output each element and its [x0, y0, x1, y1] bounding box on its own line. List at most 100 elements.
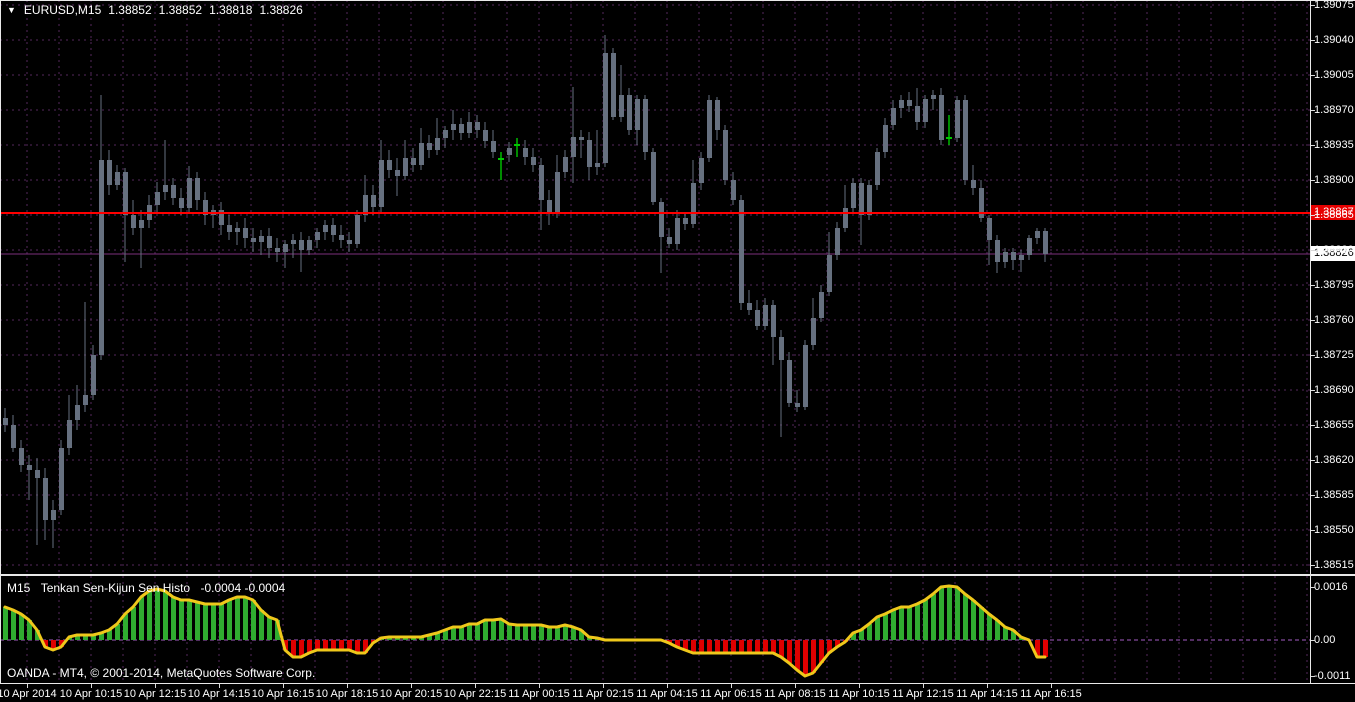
indicator-window-separator[interactable]	[0, 574, 1355, 576]
time-axis-label: 10 Apr 12:15	[123, 688, 187, 700]
candle-body	[187, 178, 192, 208]
candle-body	[115, 172, 120, 185]
candle-body	[739, 200, 744, 303]
high-value: 1.38852	[158, 3, 203, 17]
chart-ohlc-header: ▼ EURUSD,M15 1.38852 1.38852 1.38818 1.3…	[7, 3, 303, 17]
time-axis-tick	[27, 684, 28, 688]
price-axis-tick	[1311, 110, 1315, 111]
price-axis-label: 1.39005	[1314, 69, 1354, 81]
candle-body	[43, 478, 48, 520]
histogram-bar-down	[787, 640, 792, 663]
histogram-bar-up	[883, 614, 888, 640]
price-axis-label: 1.38935	[1314, 139, 1354, 151]
time-axis-tick	[987, 684, 988, 688]
time-axis-tick	[1051, 684, 1052, 688]
histogram-bar-down	[723, 640, 728, 653]
histogram-bar-up	[203, 604, 208, 640]
candle-body	[859, 183, 864, 215]
candle-body	[683, 218, 688, 224]
indicator-axis-label: -0.0011	[1314, 670, 1351, 682]
candle-body	[1035, 231, 1040, 238]
candle-body	[899, 100, 904, 108]
candle-body	[787, 360, 792, 403]
histogram-bar-up	[963, 594, 968, 640]
candle-body	[843, 208, 848, 228]
candle-body	[747, 303, 752, 310]
candle-body	[731, 180, 736, 200]
histogram-bar-up	[251, 600, 256, 640]
candle-body	[571, 137, 576, 157]
histogram-bar-up	[211, 604, 216, 640]
histogram-bar-down	[739, 640, 744, 653]
indicator-axis-tick	[1311, 587, 1315, 588]
indicator-header: M15 Tenkan Sen-Kijun Sen Histo -0.0004 -…	[7, 581, 285, 595]
candle-body	[835, 228, 840, 255]
candle-body	[939, 95, 944, 140]
candle-body	[307, 240, 312, 250]
time-axis-tick	[219, 684, 220, 688]
candle-body	[339, 235, 344, 240]
histogram-bar-up	[891, 610, 896, 640]
price-axis-label: 1.38725	[1314, 349, 1354, 361]
candle-body	[987, 218, 992, 240]
candle-body	[803, 345, 808, 407]
price-axis-tick	[1311, 75, 1315, 76]
price-axis-tick	[1311, 425, 1315, 426]
price-axis-label: 1.38830	[1314, 244, 1354, 256]
histogram-bar-up	[131, 607, 136, 640]
candle-body	[67, 420, 72, 448]
candle-body	[795, 403, 800, 407]
candle-body	[579, 137, 584, 140]
histogram-bar-up	[539, 625, 544, 640]
indicator-axis-tick	[1311, 676, 1315, 677]
histogram-bar-up	[179, 600, 184, 640]
copyright-label: OANDA - MT4, © 2001-2014, MetaQuotes Sof…	[7, 666, 316, 680]
candle-body	[531, 157, 536, 165]
candle-body	[539, 165, 544, 200]
candle-body	[275, 248, 280, 252]
candle-body	[907, 100, 912, 106]
mt4-chart-window: ▼ EURUSD,M15 1.38852 1.38852 1.38818 1.3…	[0, 0, 1355, 702]
price-axis-tick	[1311, 495, 1315, 496]
candle-body	[651, 152, 656, 202]
candle-body	[299, 240, 304, 250]
symbol-dropdown-icon[interactable]: ▼	[7, 5, 16, 15]
time-axis-label: 11 Apr 12:15	[892, 688, 954, 700]
histogram-bar-up	[3, 607, 8, 640]
price-chart-canvas[interactable]	[0, 0, 1310, 574]
price-axis-label: 1.38690	[1314, 384, 1354, 396]
histogram-bar-up	[507, 624, 512, 640]
candle-body	[715, 100, 720, 130]
histogram-bar-down	[731, 640, 736, 653]
time-axis-label: 11 Apr 16:15	[1020, 688, 1082, 700]
histogram-bar-down	[803, 640, 808, 676]
time-axis-tick	[603, 684, 604, 688]
histogram-bar-up	[875, 617, 880, 640]
candle-body	[283, 244, 288, 252]
histogram-bar-up	[475, 624, 480, 640]
histogram-bar-up	[923, 600, 928, 640]
candle-body	[387, 160, 392, 170]
candle-body	[875, 152, 880, 185]
candle-body	[411, 158, 416, 165]
candle-body	[619, 95, 624, 117]
candle-body	[3, 418, 8, 425]
candle-body	[379, 160, 384, 207]
candle-body	[627, 95, 632, 130]
indicator-period-label: M15	[7, 581, 31, 595]
histogram-bar-up	[971, 600, 976, 640]
price-axis-label: 1.38900	[1314, 174, 1354, 186]
candle-body	[131, 215, 136, 228]
candle-body	[11, 425, 16, 448]
symbol-period-label: EURUSD,M15	[23, 3, 102, 17]
price-axis-tick	[1311, 250, 1315, 251]
close-value: 1.38826	[259, 3, 303, 17]
candle-body	[243, 228, 248, 238]
histogram-bar-down	[779, 640, 784, 657]
candle-body	[603, 53, 608, 163]
price-axis-tick	[1311, 180, 1315, 181]
candle-body	[267, 236, 272, 248]
time-axis-label: 11 Apr 06:15	[700, 688, 762, 700]
price-axis-tick	[1311, 460, 1315, 461]
candle-body	[99, 160, 104, 355]
